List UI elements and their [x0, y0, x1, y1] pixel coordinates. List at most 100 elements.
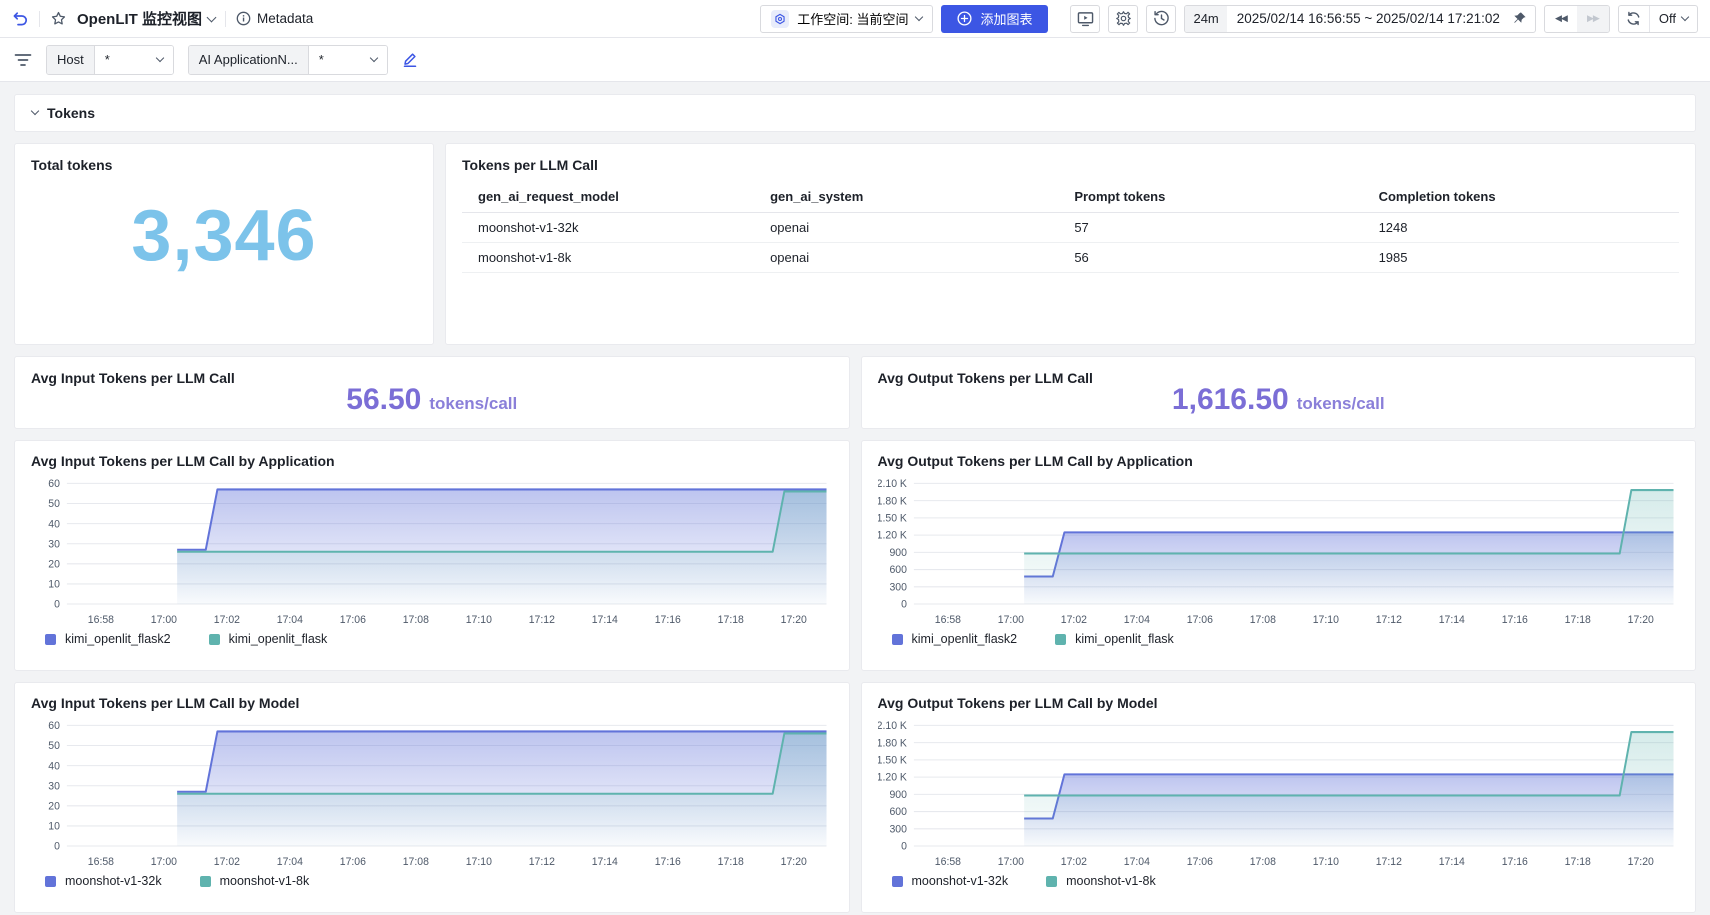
- y-axis-tick-label: 60: [48, 720, 60, 732]
- time-span-badge: 24m: [1185, 6, 1226, 32]
- x-axis-tick-label: 17:06: [340, 856, 366, 868]
- x-axis-tick-label: 17:14: [1438, 614, 1464, 626]
- table-header-row: gen_ai_request_modelgen_ai_systemPrompt …: [462, 181, 1679, 213]
- chart-avg-output-by-model: Avg Output Tokens per LLM Call by Model …: [861, 682, 1697, 913]
- y-axis-tick-label: 1.20 K: [878, 772, 908, 784]
- section-title: Tokens: [47, 105, 95, 121]
- legend-item[interactable]: moonshot-v1-32k: [892, 874, 1009, 888]
- chart-plot-area[interactable]: 03006009001.20 K1.50 K1.80 K2.10 K16:581…: [878, 473, 1680, 629]
- x-axis-tick-label: 17:08: [1249, 856, 1275, 868]
- x-axis-tick-label: 17:00: [151, 856, 177, 868]
- avg-input-value: 56.50tokens/call: [15, 383, 849, 417]
- history-button[interactable]: [1146, 5, 1176, 33]
- total-tokens-value: 3,346: [15, 195, 433, 277]
- ai-application-filter: AI ApplicationN... *: [188, 45, 388, 75]
- legend-swatch: [892, 876, 903, 887]
- x-axis-tick-label: 17:10: [466, 614, 492, 626]
- metadata-button[interactable]: Metadata: [236, 11, 313, 26]
- legend-swatch: [1046, 876, 1057, 887]
- total-tokens-title: Total tokens: [15, 144, 433, 173]
- table-cell: 56: [1058, 243, 1362, 273]
- legend-item[interactable]: moonshot-v1-32k: [45, 874, 162, 888]
- shift-back-button[interactable]: ◀◀: [1545, 6, 1577, 32]
- chart-legend: kimi_openlit_flask2 kimi_openlit_flask: [31, 629, 833, 648]
- presentation-mode-button[interactable]: [1070, 5, 1100, 33]
- refresh-icon: [1626, 11, 1641, 26]
- y-axis-tick-label: 1.80 K: [878, 737, 908, 749]
- x-axis-tick-label: 17:12: [1375, 614, 1401, 626]
- chevron-down-icon: [369, 54, 377, 62]
- x-axis-tick-label: 17:14: [592, 614, 618, 626]
- monitor-play-icon: [1077, 11, 1094, 27]
- x-axis-tick-label: 16:58: [88, 856, 114, 868]
- chart-plot-area[interactable]: 010203040506016:5817:0017:0217:0417:0617…: [31, 715, 833, 871]
- avg-input-tokens-card: Avg Input Tokens per LLM Call 56.50token…: [14, 356, 850, 429]
- host-filter-select[interactable]: *: [95, 46, 173, 74]
- time-range-picker[interactable]: 24m 2025/02/14 16:56:55 ~ 2025/02/14 17:…: [1184, 5, 1535, 33]
- x-axis-tick-label: 17:16: [655, 614, 681, 626]
- chevron-down-icon: [915, 13, 923, 21]
- x-axis-tick-label: 17:08: [403, 856, 429, 868]
- host-filter-label: Host: [47, 46, 95, 74]
- shift-forward-button[interactable]: ▶▶: [1577, 6, 1609, 32]
- chart-plot-area[interactable]: 010203040506016:5817:0017:0217:0417:0617…: [31, 473, 833, 629]
- legend-swatch: [209, 634, 220, 645]
- table-row: moonshot-v1-32kopenai571248: [462, 213, 1679, 243]
- host-filter: Host *: [46, 45, 174, 75]
- settings-button[interactable]: [1108, 5, 1138, 33]
- y-axis-tick-label: 1.20 K: [878, 530, 908, 542]
- workspace-selector[interactable]: 工作空间: 当前空间: [760, 5, 933, 33]
- y-axis-tick-label: 60: [48, 478, 60, 490]
- ai-application-filter-select[interactable]: *: [309, 46, 387, 74]
- chart-title: Avg Input Tokens per LLM Call by Model: [31, 695, 833, 711]
- y-axis-tick-label: 30: [48, 538, 60, 550]
- x-axis-tick-label: 17:12: [1375, 856, 1401, 868]
- favorite-star-icon[interactable]: [50, 10, 67, 27]
- avg-output-title: Avg Output Tokens per LLM Call: [862, 357, 1696, 386]
- legend-item[interactable]: kimi_openlit_flask2: [45, 632, 171, 646]
- x-axis-tick-label: 17:02: [214, 856, 240, 868]
- x-axis-tick-label: 17:04: [1123, 614, 1149, 626]
- legend-item[interactable]: moonshot-v1-8k: [200, 874, 310, 888]
- legend-label: moonshot-v1-8k: [1066, 874, 1156, 888]
- refresh-controls: Off: [1618, 5, 1698, 33]
- tokens-table: gen_ai_request_modelgen_ai_systemPrompt …: [462, 181, 1679, 273]
- workspace-icon: [771, 10, 789, 28]
- y-axis-tick-label: 1.50 K: [878, 512, 908, 524]
- info-icon: [236, 11, 251, 26]
- y-axis-tick-label: 600: [889, 806, 907, 818]
- legend-item[interactable]: kimi_openlit_flask: [209, 632, 328, 646]
- x-axis-tick-label: 17:06: [1186, 856, 1212, 868]
- back-icon[interactable]: [12, 10, 29, 27]
- y-axis-tick-label: 900: [889, 547, 907, 559]
- y-axis-tick-label: 20: [48, 800, 60, 812]
- chart-avg-input-by-application: Avg Input Tokens per LLM Call by Applica…: [14, 440, 850, 671]
- dashboard-title-menu[interactable]: OpenLIT 监控视图: [77, 8, 215, 29]
- chevron-down-icon: [155, 54, 163, 62]
- chevron-down-icon: [1681, 13, 1689, 21]
- table-column-header: gen_ai_system: [754, 181, 1058, 213]
- table-column-header: Prompt tokens: [1058, 181, 1362, 213]
- chevron-down-icon: [207, 12, 217, 22]
- chart-title: Avg Output Tokens per LLM Call by Applic…: [878, 453, 1680, 469]
- chart-plot-area[interactable]: 03006009001.20 K1.50 K1.80 K2.10 K16:581…: [878, 715, 1680, 871]
- add-chart-button[interactable]: 添加图表: [941, 5, 1048, 33]
- chart-legend: kimi_openlit_flask2 kimi_openlit_flask: [878, 629, 1680, 648]
- divider: [225, 11, 226, 27]
- chart-title: Avg Output Tokens per LLM Call by Model: [878, 695, 1680, 711]
- y-axis-tick-label: 40: [48, 518, 60, 530]
- auto-refresh-select[interactable]: Off: [1649, 6, 1697, 32]
- legend-item[interactable]: moonshot-v1-8k: [1046, 874, 1156, 888]
- edit-filters-button[interactable]: [402, 52, 418, 68]
- avg-input-title: Avg Input Tokens per LLM Call: [15, 357, 849, 386]
- dashboard-body: Tokens Total tokens 3,346 Tokens per LLM…: [0, 82, 1710, 915]
- legend-item[interactable]: kimi_openlit_flask: [1055, 632, 1174, 646]
- tokens-section-toggle[interactable]: Tokens: [14, 94, 1696, 132]
- y-axis-tick-label: 300: [889, 581, 907, 593]
- divider: [39, 11, 40, 27]
- refresh-button[interactable]: [1619, 6, 1649, 32]
- filter-icon[interactable]: [14, 53, 32, 67]
- pin-time-button[interactable]: [1510, 11, 1535, 26]
- legend-item[interactable]: kimi_openlit_flask2: [892, 632, 1018, 646]
- y-axis-tick-label: 2.10 K: [878, 478, 908, 490]
